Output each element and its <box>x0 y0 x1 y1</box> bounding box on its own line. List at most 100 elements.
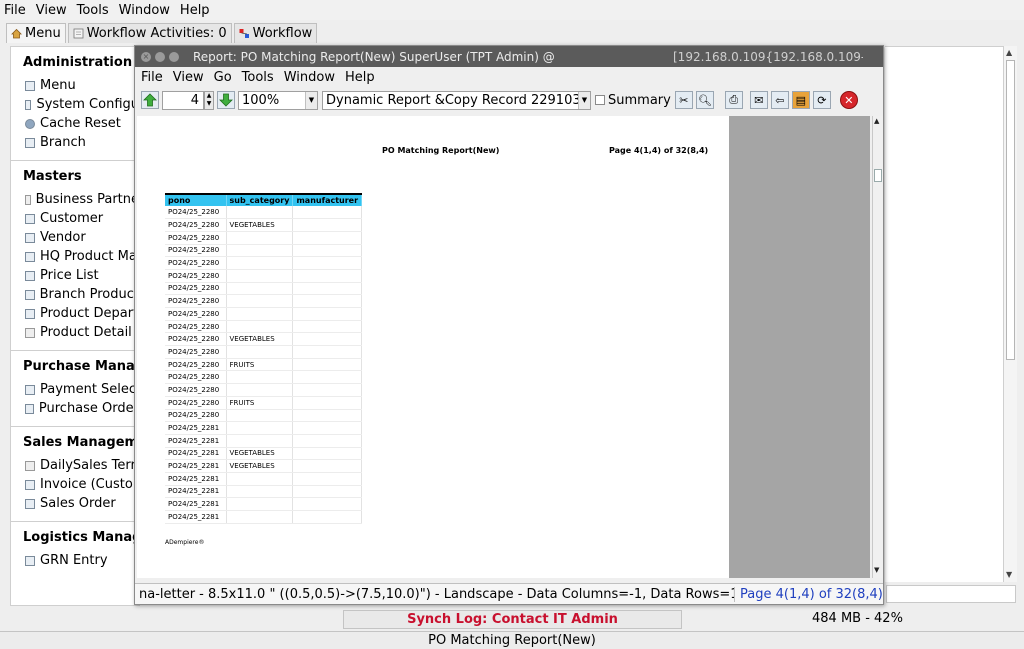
menu-help[interactable]: Help <box>180 3 210 18</box>
tab-workflow-activities[interactable]: Workflow Activities: 0 <box>67 23 232 43</box>
window-menu-tools[interactable]: Tools <box>242 70 274 85</box>
cell-manufacturer <box>292 244 363 258</box>
scroll-up-arrow-icon[interactable]: ▲ <box>874 117 879 125</box>
previous-page-button[interactable] <box>141 91 159 109</box>
sidebar-item-vendor[interactable]: Vendor <box>11 228 139 247</box>
table-row: PO24/25_2280 <box>165 269 363 283</box>
window-icon <box>25 308 35 319</box>
window-menu-window[interactable]: Window <box>284 70 335 85</box>
sidebar-item-label: Payment Selec <box>40 382 137 397</box>
sidebar-item-purchase-order[interactable]: Purchase Order <box>11 399 139 418</box>
section-logistics-title: Logistics Manag <box>23 530 140 545</box>
cell-manufacturer <box>292 447 363 461</box>
find-button[interactable]: 🔍︎ <box>695 91 714 109</box>
export-button[interactable]: ▤ <box>791 91 810 109</box>
memory-usage: 484 MB - 42% <box>812 611 903 626</box>
report-view-select[interactable]: Dynamic Report &Copy Record 2291032 ▼ <box>322 90 591 110</box>
tab-workflow[interactable]: Workflow <box>233 23 318 43</box>
report-page: PO Matching Report(New) Page 4(1,4) of 3… <box>137 116 729 578</box>
sidebar-item-customer[interactable]: Customer <box>11 209 139 228</box>
sidebar-item-label: DailySales Terr <box>40 458 136 473</box>
customize-button[interactable]: ✂ <box>674 91 693 109</box>
sidebar-item-grn-entry[interactable]: GRN Entry <box>11 551 139 570</box>
print-button[interactable]: ⎙ <box>724 91 743 109</box>
workflow-icon <box>239 28 250 39</box>
window-menu-help[interactable]: Help <box>345 70 375 85</box>
form-icon <box>25 194 31 205</box>
window-icon <box>25 289 35 300</box>
table-row: PO24/25_2280 <box>165 307 363 321</box>
scroll-up-arrow-icon[interactable]: ▲ <box>1006 48 1012 57</box>
archive-button[interactable]: ⇦ <box>770 91 789 109</box>
window-menu-view[interactable]: View <box>173 70 204 85</box>
sidebar-item-price-list[interactable]: Price List <box>11 266 139 285</box>
table-row: PO24/25_2281 VEGETABLES <box>165 459 363 473</box>
sidebar-item-payment-selection[interactable]: Payment Selec <box>11 380 139 399</box>
scroll-down-arrow-icon[interactable]: ▼ <box>1006 570 1012 579</box>
close-report-button[interactable]: ✕ <box>839 91 858 109</box>
minimize-window-icon[interactable] <box>155 51 165 62</box>
menu-tools[interactable]: Tools <box>77 3 109 18</box>
next-page-button[interactable] <box>217 91 235 109</box>
table-row: PO24/25_2281 <box>165 497 363 511</box>
window-menu-file[interactable]: File <box>141 70 163 85</box>
summary-checkbox[interactable]: Summary <box>595 93 671 108</box>
sidebar-item-cache-reset[interactable]: Cache Reset <box>11 114 139 133</box>
report-view-area[interactable]: PO Matching Report(New) Page 4(1,4) of 3… <box>137 116 870 578</box>
sidebar-item-invoice-customer[interactable]: Invoice (Custor <box>11 475 139 494</box>
sidebar-item-sales-order[interactable]: Sales Order <box>11 494 139 513</box>
status-paper-info: na-letter - 8.5x11.0 " ((0.5,0.5)->(7.5,… <box>135 586 735 602</box>
scroll-thumb[interactable] <box>1006 60 1015 360</box>
close-window-icon[interactable]: × <box>141 51 151 62</box>
synch-log-status[interactable]: Synch Log: Contact IT Admin <box>343 610 682 629</box>
cell-pono: PO24/25_2280 <box>165 358 227 372</box>
window-menu-go[interactable]: Go <box>214 70 232 85</box>
sidebar-item-system-configurator[interactable]: System Configu <box>11 95 139 114</box>
tab-menu[interactable]: Menu <box>6 23 66 43</box>
sidebar-item-hq-product-master[interactable]: HQ Product Ma <box>11 247 139 266</box>
report-vertical-scrollbar[interactable]: ▲ ▼ <box>872 116 883 578</box>
cell-sub-category: VEGETABLES <box>226 218 294 232</box>
mail-icon: ✉ <box>754 93 764 107</box>
scroll-thumb[interactable] <box>874 169 882 182</box>
arrow-up-icon <box>143 93 157 107</box>
window-title-server: [192.168.0.109{192.168.0.109-tvt <box>673 49 863 64</box>
bottom-title-bar: PO Matching Report(New) <box>0 631 1024 649</box>
window-icon <box>25 80 35 91</box>
page-number-field[interactable]: 4 <box>162 90 204 110</box>
menu-file[interactable]: File <box>4 3 26 18</box>
page-spinner[interactable]: ▲ ▼ <box>204 90 214 110</box>
cell-sub-category <box>226 231 294 245</box>
checkbox-icon[interactable] <box>595 95 605 105</box>
zoom-select[interactable]: 100% ▼ <box>238 90 318 110</box>
cell-manufacturer <box>292 421 363 435</box>
sidebar-item-branch[interactable]: Branch <box>11 133 139 152</box>
refresh-button[interactable]: ⟳ <box>812 91 831 109</box>
sidebar-item-product-detail[interactable]: Product Detail <box>11 323 139 342</box>
window-icon <box>25 498 35 509</box>
report-table-body: PO24/25_2280 PO24/25_2280 VEGETABLES PO24/2… <box>165 206 363 524</box>
tab-workflow-label: Workflow <box>252 26 313 41</box>
tools-icon: ✂ <box>679 93 689 107</box>
cell-pono: PO24/25_2281 <box>165 485 227 499</box>
sidebar-item-business-partner[interactable]: Business Partne <box>11 190 139 209</box>
right-status-field <box>886 585 1016 603</box>
cell-pono: PO24/25_2280 <box>165 396 227 410</box>
send-mail-button[interactable]: ✉ <box>749 91 768 109</box>
menu-view[interactable]: View <box>36 3 67 18</box>
sidebar-item-label: System Configu <box>36 97 139 112</box>
cell-manufacturer <box>292 345 363 359</box>
scroll-down-arrow-icon[interactable]: ▼ <box>874 566 879 574</box>
maximize-window-icon[interactable] <box>169 51 179 62</box>
sidebar-item-menu[interactable]: Menu <box>11 76 139 95</box>
main-vertical-scrollbar[interactable]: ▲ ▼ <box>1003 46 1017 582</box>
cell-sub-category <box>226 294 294 308</box>
cell-sub-category: VEGETABLES <box>226 447 294 461</box>
sidebar-item-branch-product[interactable]: Branch Product <box>11 285 139 304</box>
sidebar-item-product-department[interactable]: Product Depart <box>11 304 139 323</box>
cell-pono: PO24/25_2281 <box>165 434 227 448</box>
menu-window[interactable]: Window <box>119 3 170 18</box>
sidebar-item-dailysales-terminal[interactable]: DailySales Terr <box>11 456 139 475</box>
cell-pono: PO24/25_2281 <box>165 459 227 473</box>
window-titlebar[interactable]: × Report: PO Matching Report(New) SuperU… <box>135 46 883 67</box>
